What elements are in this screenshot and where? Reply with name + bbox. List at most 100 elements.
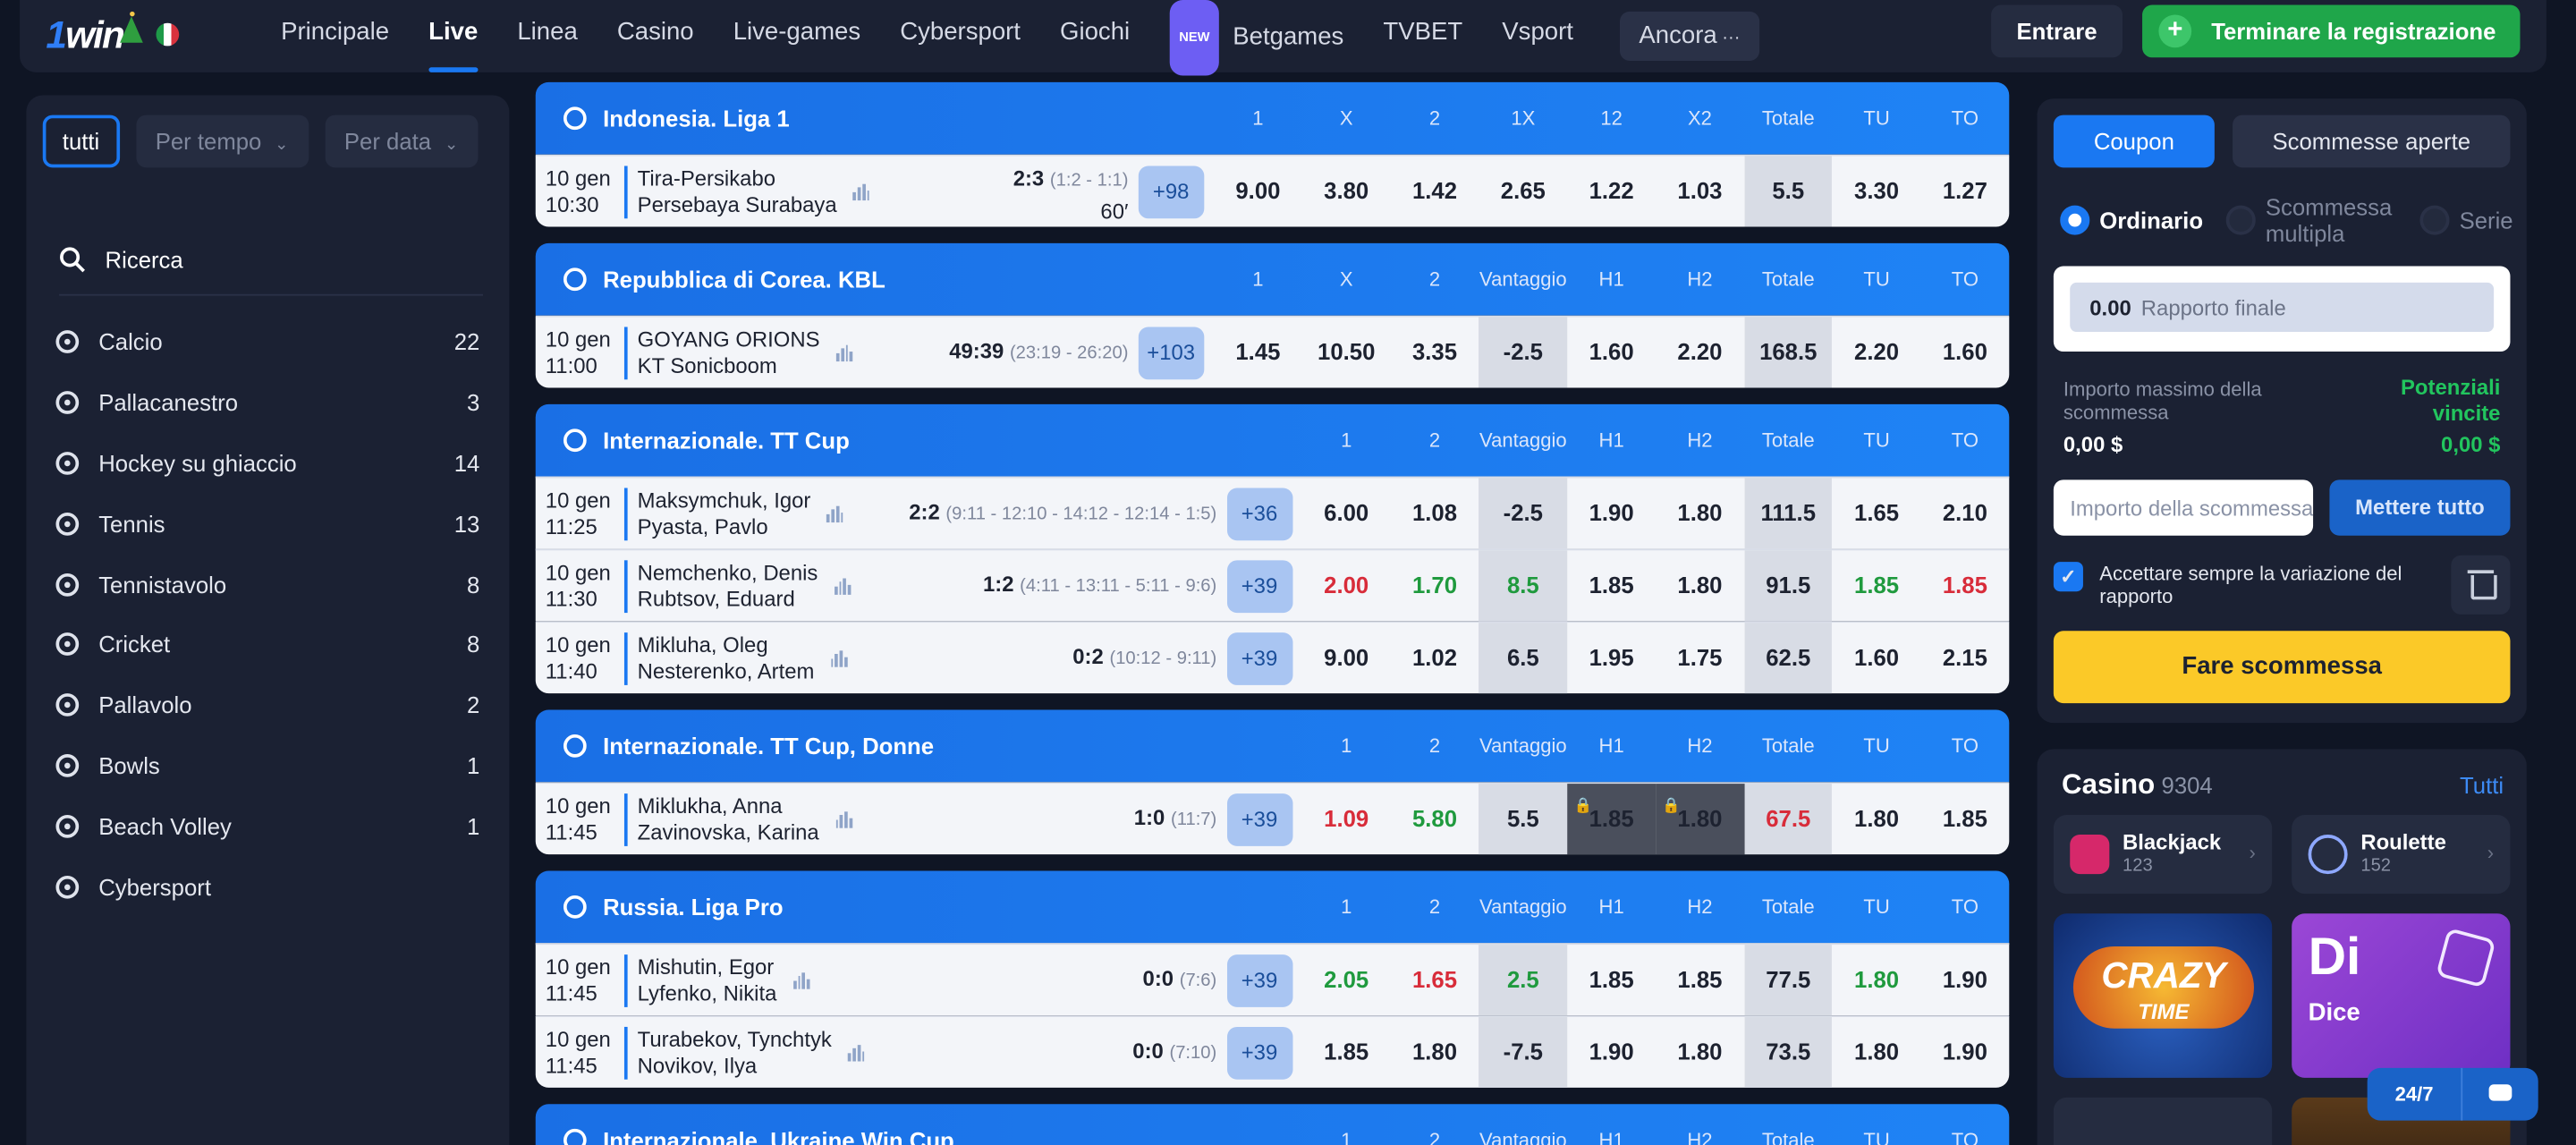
odd-cell[interactable]: 1.09 xyxy=(1302,784,1391,854)
odd-cell[interactable]: -7.5 xyxy=(1479,1016,1568,1088)
event-teams[interactable]: GOYANG ORIONS KT Sonicboom xyxy=(638,327,820,379)
filter-by-date[interactable]: Per data ⌄ xyxy=(324,114,479,168)
odd-cell[interactable]: 2.20 xyxy=(1656,317,1744,387)
statistics-icon[interactable] xyxy=(834,577,852,594)
odd-cell[interactable]: 1.80 xyxy=(1656,1017,1744,1088)
odd-cell[interactable]: 1.90 xyxy=(1567,478,1656,548)
odd-cell[interactable]: 1.60 xyxy=(1567,317,1656,387)
trash-icon[interactable] xyxy=(2451,555,2511,615)
nav-item-linea[interactable]: Linea xyxy=(497,0,597,72)
odd-cell[interactable]: 1.45 xyxy=(1214,317,1302,387)
odd-cell[interactable]: -2.5 xyxy=(1479,478,1568,549)
statistics-icon[interactable] xyxy=(848,1044,865,1061)
tab-open-bets[interactable]: Scommesse aperte xyxy=(2233,114,2511,168)
odd-cell[interactable]: 5.5 xyxy=(1743,156,1833,227)
bet-mode-2[interactable]: Serie xyxy=(2419,205,2513,235)
odd-cell[interactable]: 1.70 xyxy=(1391,550,1479,621)
italy-flag-icon[interactable] xyxy=(156,22,180,47)
event-teams[interactable]: Mishutin, Egor Lyfenko, Nikita xyxy=(638,954,777,1006)
statistics-icon[interactable] xyxy=(835,344,853,361)
odd-cell[interactable]: 2.5 xyxy=(1479,945,1568,1016)
event-row[interactable]: 10 gen 11:30 Nemchenko, Denis Rubtsov, Edua… xyxy=(535,548,2010,622)
odd-cell[interactable]: 1.02 xyxy=(1391,623,1479,693)
odd-cell[interactable]: 1.85 xyxy=(1920,784,2009,854)
sport-search[interactable]: Ricerca xyxy=(59,224,483,296)
odd-cell[interactable]: 1.85 xyxy=(1567,770,1657,855)
odd-cell[interactable]: 2.15 xyxy=(1920,623,2009,693)
league-header[interactable]: Indonesia. Liga 1 1 X 2 1X 12 X2 Totale TU TO xyxy=(535,81,2010,155)
odd-cell[interactable]: 1.80 xyxy=(1833,784,1921,854)
odd-cell[interactable]: 3.80 xyxy=(1302,156,1391,226)
odd-cell[interactable]: 8.5 xyxy=(1479,550,1568,622)
league-header[interactable]: Repubblica di Corea. KBL 1 X 2 Vantaggio H1 H2… xyxy=(535,242,2010,316)
register-button[interactable]: + Terminare la registrazione xyxy=(2142,4,2521,58)
odd-cell[interactable]: 1.08 xyxy=(1391,478,1479,548)
sidebar-item-hockey-su-ghiaccio[interactable]: Hockey su ghiaccio 14 xyxy=(55,433,479,494)
odd-cell[interactable]: -2.5 xyxy=(1479,317,1568,388)
filter-all[interactable]: tutti xyxy=(42,114,120,168)
support-widget[interactable]: 24/7 xyxy=(2367,1067,2538,1121)
event-teams[interactable]: Turabekov, Tynchtyk Novikov, Ilya xyxy=(638,1026,832,1079)
sidebar-item-tennis[interactable]: Tennis 13 xyxy=(55,494,479,555)
odd-cell[interactable]: 1.85 xyxy=(1567,550,1656,621)
nav-item-casino[interactable]: Casino xyxy=(597,0,714,72)
game-tile[interactable] xyxy=(2053,1097,2273,1145)
odd-cell[interactable]: 111.5 xyxy=(1743,478,1833,549)
bet-mode-1[interactable]: Scommessa multipla xyxy=(2225,194,2397,247)
sidebar-item-cricket[interactable]: Cricket 8 xyxy=(55,615,479,675)
odd-cell[interactable]: 2.00 xyxy=(1302,550,1391,621)
nav-item-giochi[interactable]: Giochi xyxy=(1040,0,1149,72)
odd-cell[interactable]: 73.5 xyxy=(1743,1016,1833,1088)
nav-item-principale[interactable]: Principale xyxy=(261,0,409,72)
odd-cell[interactable]: 1.80 xyxy=(1833,945,1921,1015)
filter-by-time[interactable]: Per tempo ⌄ xyxy=(135,114,309,168)
bet-amount-input[interactable] xyxy=(2053,479,2314,536)
league-header[interactable]: Internazionale. Ukraine Win Cup 1 2 Vantagg… xyxy=(535,1104,2010,1145)
checkbox-checked-icon[interactable]: ✓ xyxy=(2053,562,2083,592)
nav-item-cybersport[interactable]: Cybersport xyxy=(880,0,1040,72)
nav-item-vsport[interactable]: Vsport xyxy=(1482,0,1593,72)
league-header[interactable]: Russia. Liga Pro 1 2 Vantaggio H1 H2 Totale TU T… xyxy=(535,870,2010,944)
event-row[interactable]: 10 gen 11:25 Maksymchuk, Igor Pyasta, Pavlo… xyxy=(535,476,2010,549)
roulette-button[interactable]: Roulette 152 › xyxy=(2292,815,2511,895)
casino-all-link[interactable]: Tutti xyxy=(2460,772,2504,798)
league-header[interactable]: Internazionale. TT Cup, Donne 1 2 Vantaggio… xyxy=(535,709,2010,783)
sidebar-item-pallacanestro[interactable]: Pallacanestro 3 xyxy=(55,373,479,434)
tab-coupon[interactable]: Coupon xyxy=(2053,114,2215,168)
odd-cell[interactable]: 5.5 xyxy=(1479,784,1568,855)
more-markets-button[interactable]: +39 xyxy=(1226,560,1292,614)
odd-cell[interactable]: 67.5 xyxy=(1743,784,1833,855)
event-teams[interactable]: Miklukha, Anna Zavinovska, Karina xyxy=(638,793,819,845)
statistics-icon[interactable] xyxy=(792,971,810,988)
bet-mode-0[interactable]: Ordinario xyxy=(2060,205,2203,235)
odd-cell[interactable]: 1.80 xyxy=(1656,478,1744,548)
login-button[interactable]: Entrare xyxy=(1991,4,2123,58)
radio-icon[interactable] xyxy=(2225,205,2256,235)
accept-ratio-change[interactable]: ✓ Accettare sempre la variazione del rap… xyxy=(2053,562,2431,608)
odd-cell[interactable]: 6.00 xyxy=(1302,478,1391,548)
nav-item-live-games[interactable]: Live-games xyxy=(714,0,881,72)
event-teams[interactable]: Tira-Persikabo Persebaya Surabaya xyxy=(638,165,837,218)
radio-icon[interactable] xyxy=(2060,205,2090,235)
more-markets-button[interactable]: +36 xyxy=(1226,488,1292,541)
odd-cell[interactable]: 10.50 xyxy=(1302,317,1391,387)
odd-cell[interactable]: 1.85 xyxy=(1833,550,1921,621)
odd-cell[interactable]: 1.85 xyxy=(1567,945,1656,1015)
league-header[interactable]: Internazionale. TT Cup 1 2 Vantaggio H1 H2 Tot… xyxy=(535,403,2010,477)
odd-cell[interactable]: 91.5 xyxy=(1743,550,1833,622)
odd-cell[interactable]: 1.60 xyxy=(1833,623,1921,693)
event-row[interactable]: 10 gen 11:40 Mikluha, Oleg Nesterenko, Arte… xyxy=(535,621,2010,694)
odd-cell[interactable]: 168.5 xyxy=(1743,317,1833,388)
odd-cell[interactable]: 2.65 xyxy=(1479,156,1567,226)
odd-cell[interactable]: 77.5 xyxy=(1743,945,1833,1016)
odd-cell[interactable]: 1.80 xyxy=(1656,550,1744,621)
odd-cell[interactable]: 1.75 xyxy=(1656,623,1744,693)
odd-cell[interactable]: 2.10 xyxy=(1920,478,2009,548)
event-row[interactable]: 10 gen 11:45 Miklukha, Anna Zavinovska, Kar… xyxy=(535,770,2010,855)
odd-cell[interactable]: 5.80 xyxy=(1391,784,1479,854)
more-markets-button[interactable]: +39 xyxy=(1226,793,1292,846)
odd-cell[interactable]: 1.60 xyxy=(1920,317,2009,387)
logo[interactable]: 1 win xyxy=(46,10,180,59)
more-markets-button[interactable]: +39 xyxy=(1226,1026,1292,1080)
odd-cell[interactable]: 1.90 xyxy=(1567,1017,1656,1088)
